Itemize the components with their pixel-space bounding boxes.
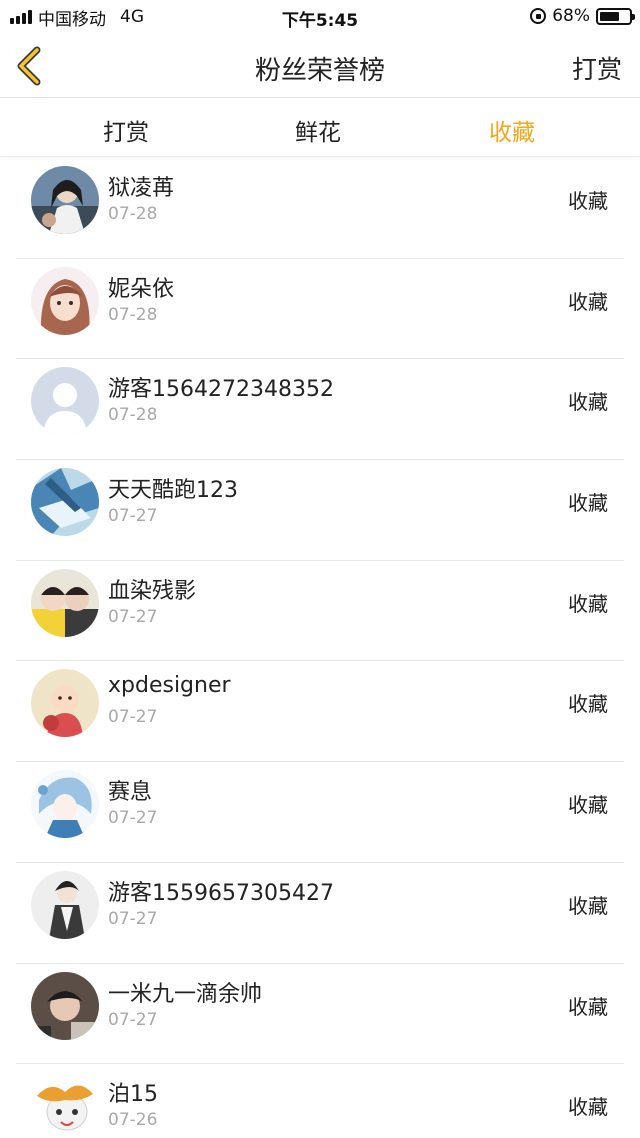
fan-type: 收藏 xyxy=(568,692,608,717)
fan-date: 07-27 xyxy=(108,808,158,829)
fan-date: 07-27 xyxy=(108,707,158,728)
tab-flowers[interactable]: 鲜花 xyxy=(258,113,378,147)
fan-date: 07-27 xyxy=(108,908,158,929)
list-item[interactable]: 一米九一滴余帅 07-27 收藏 xyxy=(16,964,624,1065)
page-title: 粉丝荣誉榜 xyxy=(254,56,385,86)
fan-type: 收藏 xyxy=(568,591,608,616)
status-bar: 中国移动 4G 下午5:45 68% xyxy=(0,0,640,34)
fan-name: 泊15 xyxy=(108,1082,158,1108)
fan-date: 07-27 xyxy=(108,1009,158,1030)
avatar xyxy=(31,971,99,1040)
battery-percent: 68% xyxy=(552,6,590,26)
fan-date: 07-27 xyxy=(108,506,158,527)
fan-name: 狱凌苒 xyxy=(108,176,175,201)
fan-name: 赛息 xyxy=(108,780,153,806)
fan-date: 07-26 xyxy=(108,1110,158,1131)
fan-name: 游客1564272348352 xyxy=(108,377,334,403)
avatar xyxy=(31,1072,99,1138)
list-item[interactable]: 天天酷跑123 07-27 收藏 xyxy=(16,460,624,561)
fan-type: 收藏 xyxy=(568,994,608,1019)
fan-name: xpdesigner xyxy=(108,673,231,699)
fan-date: 07-28 xyxy=(108,405,158,426)
fan-type: 收藏 xyxy=(568,1095,608,1120)
battery-fill xyxy=(600,11,620,21)
list-item[interactable]: xpdesigner 07-27 收藏 xyxy=(16,661,624,763)
tab-reward[interactable]: 打赏 xyxy=(66,113,186,147)
list-item[interactable]: 游客1559657305427 07-27 收藏 xyxy=(16,863,624,964)
avatar xyxy=(31,669,99,738)
reward-button[interactable]: 打赏 xyxy=(572,50,622,86)
tab-bar: 打赏 鲜花 收藏 xyxy=(0,99,640,157)
avatar xyxy=(31,568,99,637)
list-item[interactable]: 妮朵依 07-28 收藏 xyxy=(16,259,624,360)
fan-name: 血染残影 xyxy=(108,578,197,604)
list-item[interactable]: 赛息 07-27 收藏 xyxy=(16,762,624,863)
fan-type: 收藏 xyxy=(568,390,608,415)
fan-date: 07-28 xyxy=(108,204,158,224)
avatar xyxy=(31,166,99,234)
fan-list: 狱凌苒 07-28 收藏 妮朵依 07-28 收藏 游客156427234835… xyxy=(16,158,624,1138)
rotation-lock-icon xyxy=(530,8,547,24)
status-right: 68% xyxy=(530,6,635,26)
fan-type: 收藏 xyxy=(568,893,608,918)
list-item[interactable]: 血染残影 07-27 收藏 xyxy=(16,561,624,662)
fan-name: 天天酷跑123 xyxy=(108,478,238,504)
avatar xyxy=(31,468,99,537)
fan-type: 收藏 xyxy=(568,289,608,314)
list-item[interactable]: 狱凌苒 07-28 收藏 xyxy=(16,158,624,259)
fan-name: 游客1559657305427 xyxy=(108,880,334,906)
tab-collect[interactable]: 收藏 xyxy=(452,113,572,147)
avatar xyxy=(31,266,99,335)
avatar xyxy=(31,870,99,939)
avatar xyxy=(31,770,99,839)
fan-type: 收藏 xyxy=(568,189,608,213)
fan-type: 收藏 xyxy=(568,793,608,818)
list-item[interactable]: 泊15 07-26 收藏 xyxy=(16,1064,624,1138)
fan-type: 收藏 xyxy=(568,491,608,516)
fan-name: 一米九一滴余帅 xyxy=(108,981,263,1007)
fan-date: 07-28 xyxy=(108,304,158,325)
avatar xyxy=(31,367,99,436)
fan-name: 妮朵依 xyxy=(108,276,175,302)
list-item[interactable]: 游客1564272348352 07-28 收藏 xyxy=(16,359,624,461)
battery-icon xyxy=(596,7,635,25)
nav-bar: 粉丝荣誉榜 打赏 xyxy=(0,34,640,98)
fan-date: 07-27 xyxy=(108,606,158,627)
